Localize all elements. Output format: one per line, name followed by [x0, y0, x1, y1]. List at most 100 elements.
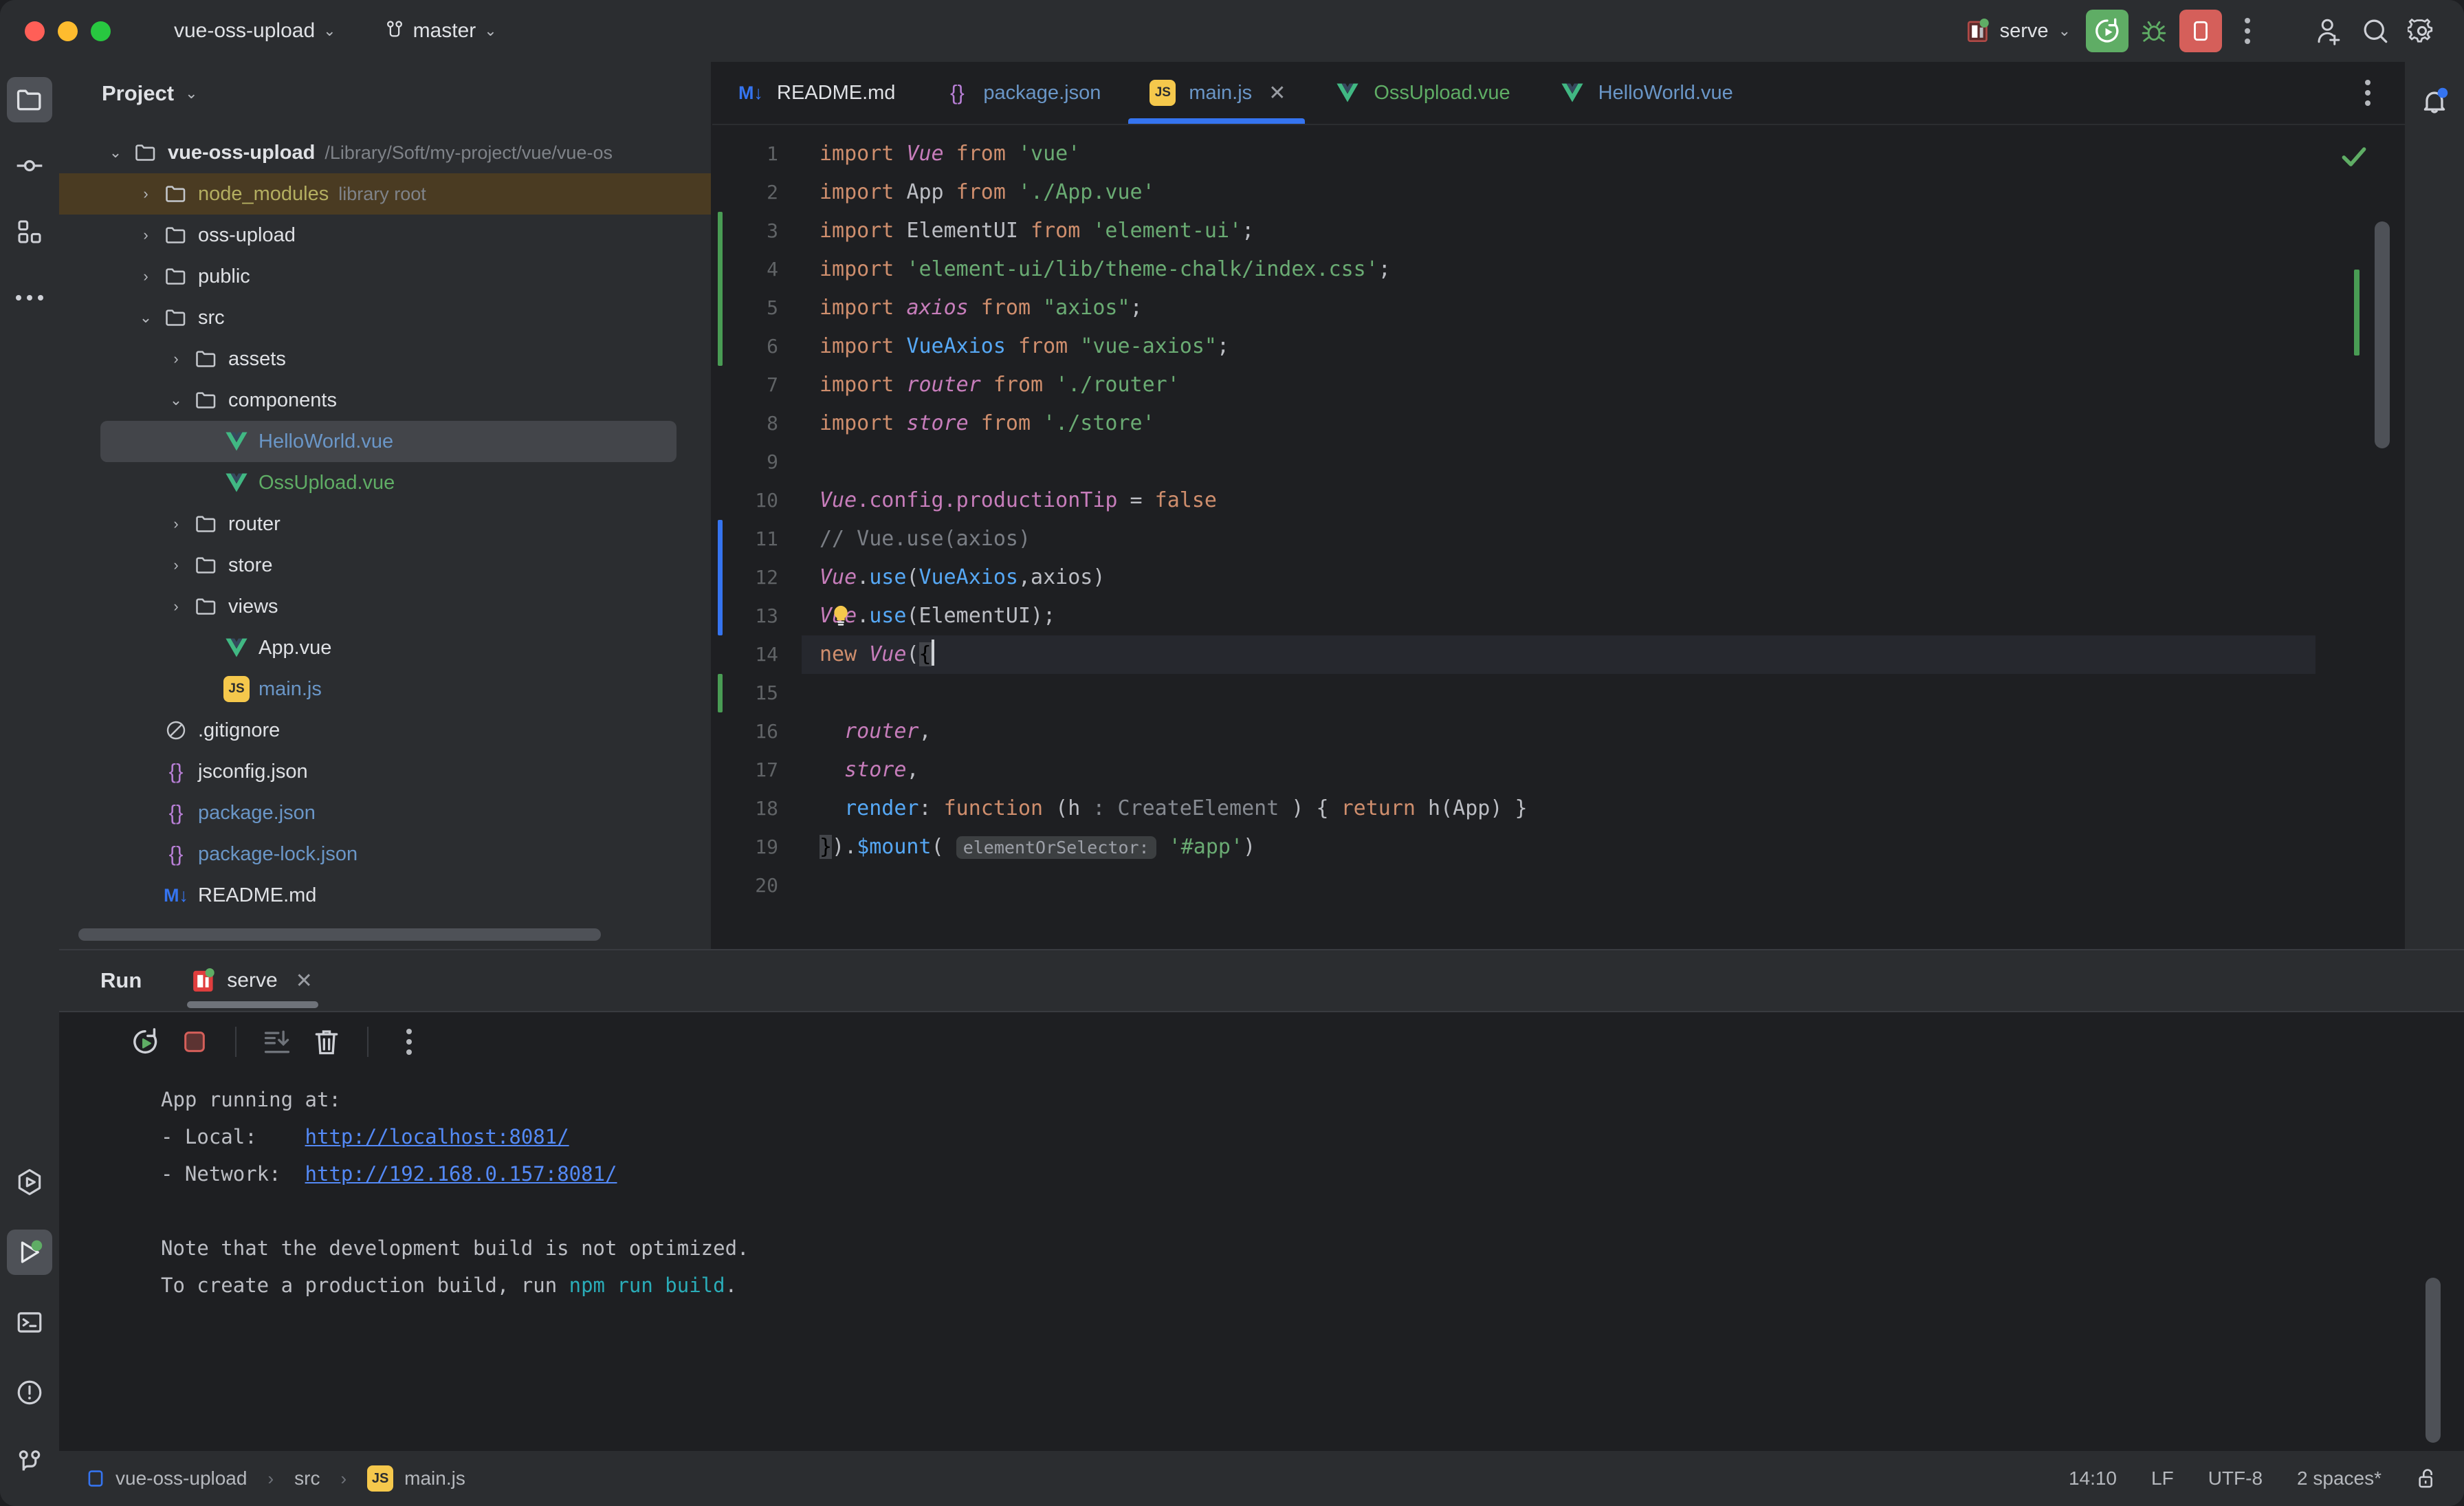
editor-tab-helloworld-vue[interactable]: HelloWorld.vue [1534, 62, 1757, 124]
local-url-link[interactable]: http://localhost:8081/ [305, 1125, 569, 1148]
tree-node-ossupload-vue[interactable]: OssUpload.vue [59, 462, 711, 503]
chevron-right-icon[interactable]: › [131, 226, 161, 244]
window-controls[interactable] [25, 21, 111, 41]
vcs-gutter-marker[interactable] [718, 212, 723, 366]
tree-node-views[interactable]: › views [59, 586, 711, 627]
tree-node-public[interactable]: › public [59, 256, 711, 297]
add-user-button[interactable] [2307, 10, 2350, 52]
code-text-area[interactable]: import Vue from 'vue' import App from './… [802, 125, 2316, 949]
line-number: 19 [755, 836, 778, 858]
breadcrumb-item-2[interactable]: main.js [404, 1467, 465, 1489]
vcs-gutter-marker[interactable] [718, 674, 723, 712]
clear-all-button[interactable] [307, 1022, 346, 1062]
tree-node-jsconfig-json[interactable]: {} jsconfig.json [59, 751, 711, 792]
editor-options-icon[interactable] [2351, 69, 2384, 117]
chevron-right-icon[interactable]: › [161, 556, 191, 574]
line-separator[interactable]: LF [2151, 1467, 2174, 1489]
editor-tab-readme-md[interactable]: M↓ README.md [712, 62, 918, 124]
intention-lightbulb-icon[interactable] [829, 604, 852, 627]
run-configuration-selector[interactable]: serve ⌄ [1956, 13, 2082, 49]
tree-node-readme-md[interactable]: M↓ README.md [59, 875, 711, 916]
editor-tab-ossupload-vue[interactable]: OssUpload.vue [1309, 62, 1533, 124]
tree-node--gitignore[interactable]: .gitignore [59, 710, 711, 751]
chevron-down-icon[interactable]: ⌄ [161, 391, 191, 409]
caret-position[interactable]: 14:10 [2069, 1467, 2117, 1489]
tree-node-package-json[interactable]: {} package.json [59, 792, 711, 833]
scrollbar-thumb[interactable] [78, 928, 601, 941]
more-options-button[interactable] [2226, 10, 2269, 52]
stop-button[interactable] [2179, 10, 2222, 52]
run-tab-serve[interactable]: serve ✕ [182, 950, 324, 1011]
run-play-icon [15, 1238, 44, 1267]
run-console-output[interactable]: App running at: - Local: http://localhos… [59, 1071, 2464, 1451]
tree-node-src[interactable]: ⌄ src [59, 297, 711, 338]
project-selector[interactable]: vue-oss-upload ⌄ [164, 14, 346, 48]
editor-tab-bar[interactable]: M↓ README.md {} package.json JS main.js ✕ OssUp… [712, 62, 2405, 125]
console-vscrollbar-thumb[interactable] [2426, 1278, 2441, 1443]
vcs-gutter-marker[interactable] [718, 520, 723, 635]
breadcrumb[interactable]: vue-oss-upload › src › JS main.js [87, 1465, 465, 1492]
tree-node-oss-upload[interactable]: › oss-upload [59, 215, 711, 256]
chevron-right-icon[interactable]: › [131, 268, 161, 285]
tree-node-helloworld-vue[interactable]: HelloWorld.vue [100, 421, 676, 462]
inspection-ok-icon[interactable] [2339, 142, 2369, 172]
vue-icon [221, 472, 252, 493]
breadcrumb-item-1[interactable]: src [294, 1467, 320, 1489]
minimize-window-button[interactable] [58, 21, 78, 41]
sidebar-item-more[interactable] [7, 275, 52, 320]
tree-node-node-modules[interactable]: › node_modules library root [59, 173, 711, 215]
tree-node-external-libraries[interactable]: External Libraries [59, 916, 711, 926]
chevron-down-icon[interactable]: ⌄ [100, 144, 131, 162]
project-tree[interactable]: ⌄ vue-oss-upload/Library/Soft/my-project/… [59, 125, 711, 926]
run-button[interactable] [2086, 10, 2128, 52]
tree-node-store[interactable]: › store [59, 545, 711, 586]
editor-vscrollbar-thumb[interactable] [2375, 221, 2390, 448]
tree-node-vue-oss-upload[interactable]: ⌄ vue-oss-upload/Library/Soft/my-project/… [59, 132, 711, 173]
chevron-right-icon[interactable]: › [161, 515, 191, 533]
code-token: 'element-ui' [1092, 219, 1242, 243]
code-editor[interactable]: 1 2 3 4 5 6 7 8 9 10 11 12 13 14 15 16 17 18 19 20 import V… [712, 125, 2405, 949]
scroll-to-end-button[interactable] [257, 1022, 297, 1062]
notifications-button[interactable] [2412, 78, 2457, 124]
sidebar-item-commit[interactable] [7, 143, 52, 188]
editor-tab-main-js[interactable]: JS main.js ✕ [1124, 62, 1309, 124]
search-button[interactable] [2354, 10, 2397, 52]
run-more-options-button[interactable] [389, 1022, 429, 1062]
editor-tab-package-json[interactable]: {} package.json [918, 62, 1124, 124]
rerun-button[interactable] [125, 1022, 165, 1062]
sidebar-item-problems[interactable] [7, 1370, 52, 1415]
chevron-right-icon[interactable]: › [131, 185, 161, 203]
sidebar-item-version-control[interactable] [7, 1440, 52, 1485]
project-tree-hscrollbar[interactable] [78, 926, 697, 943]
maximize-window-button[interactable] [91, 21, 111, 41]
breadcrumb-item-0[interactable]: vue-oss-upload [116, 1467, 247, 1489]
chevron-down-icon[interactable]: ⌄ [131, 309, 161, 327]
stop-button[interactable] [175, 1022, 214, 1062]
json-icon: {} [168, 842, 184, 866]
unlocked-icon[interactable] [2416, 1467, 2439, 1490]
branch-selector[interactable]: master ⌄ [375, 14, 507, 48]
sidebar-item-project[interactable] [7, 77, 52, 122]
tree-node-package-lock-json[interactable]: {} package-lock.json [59, 833, 711, 875]
sidebar-item-structure[interactable] [7, 209, 52, 254]
file-encoding[interactable]: UTF-8 [2208, 1467, 2263, 1489]
code-token: : [918, 796, 944, 820]
tree-node-components[interactable]: ⌄ components [59, 380, 711, 421]
sidebar-item-terminal[interactable] [7, 1300, 52, 1345]
debug-button[interactable] [2133, 10, 2175, 52]
indent-setting[interactable]: 2 spaces* [2297, 1467, 2382, 1489]
settings-button[interactable] [2401, 10, 2443, 52]
tree-node-main-js[interactable]: JS main.js [59, 668, 711, 710]
close-icon[interactable]: ✕ [296, 969, 313, 993]
tree-node-app-vue[interactable]: App.vue [59, 627, 711, 668]
tree-node-assets[interactable]: › assets [59, 338, 711, 380]
tree-node-router[interactable]: › router [59, 503, 711, 545]
close-icon[interactable]: ✕ [1268, 81, 1286, 105]
sidebar-item-services[interactable] [7, 1159, 52, 1205]
network-url-link[interactable]: http://192.168.0.157:8081/ [305, 1162, 617, 1186]
chevron-down-icon[interactable]: ⌄ [185, 86, 197, 101]
close-window-button[interactable] [25, 21, 45, 41]
sidebar-item-run[interactable] [7, 1230, 52, 1275]
chevron-right-icon[interactable]: › [161, 598, 191, 615]
chevron-right-icon[interactable]: › [161, 350, 191, 368]
